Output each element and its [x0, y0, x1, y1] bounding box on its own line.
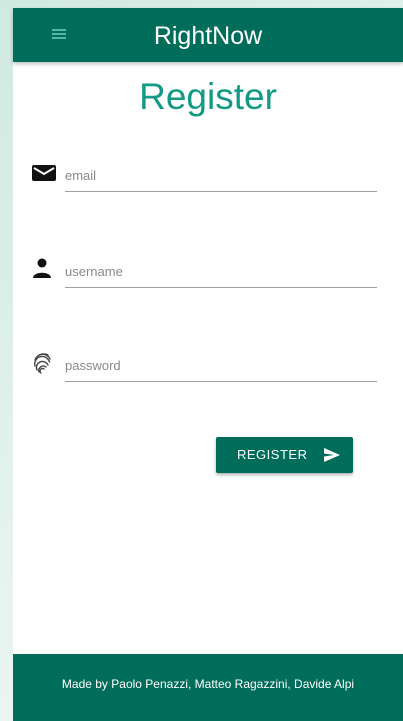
app-title: RightNow [153, 22, 263, 50]
email-field-group [31, 162, 377, 192]
envelope-icon [32, 165, 56, 181]
send-icon [324, 448, 340, 462]
app-container: RightNow Register email username REGISTE… [13, 8, 403, 721]
navbar: RightNow [13, 8, 403, 62]
register-button-label: REGISTER [237, 447, 308, 462]
password-field-group [31, 352, 377, 382]
person-icon [33, 258, 51, 278]
register-button[interactable]: REGISTER [216, 437, 353, 473]
username-field-group [31, 258, 377, 288]
email-input[interactable] [65, 162, 365, 188]
username-input[interactable] [65, 258, 365, 284]
footer-credits: Made by Paolo Penazzi, Matteo Ragazzini,… [61, 677, 355, 691]
password-input[interactable] [65, 352, 365, 378]
email-underline [65, 191, 377, 192]
page-title: Register [139, 76, 277, 117]
password-underline [65, 381, 377, 382]
username-underline [65, 287, 377, 288]
fingerprint-icon [34, 353, 51, 374]
footer: Made by Paolo Penazzi, Matteo Ragazzini,… [13, 654, 403, 721]
